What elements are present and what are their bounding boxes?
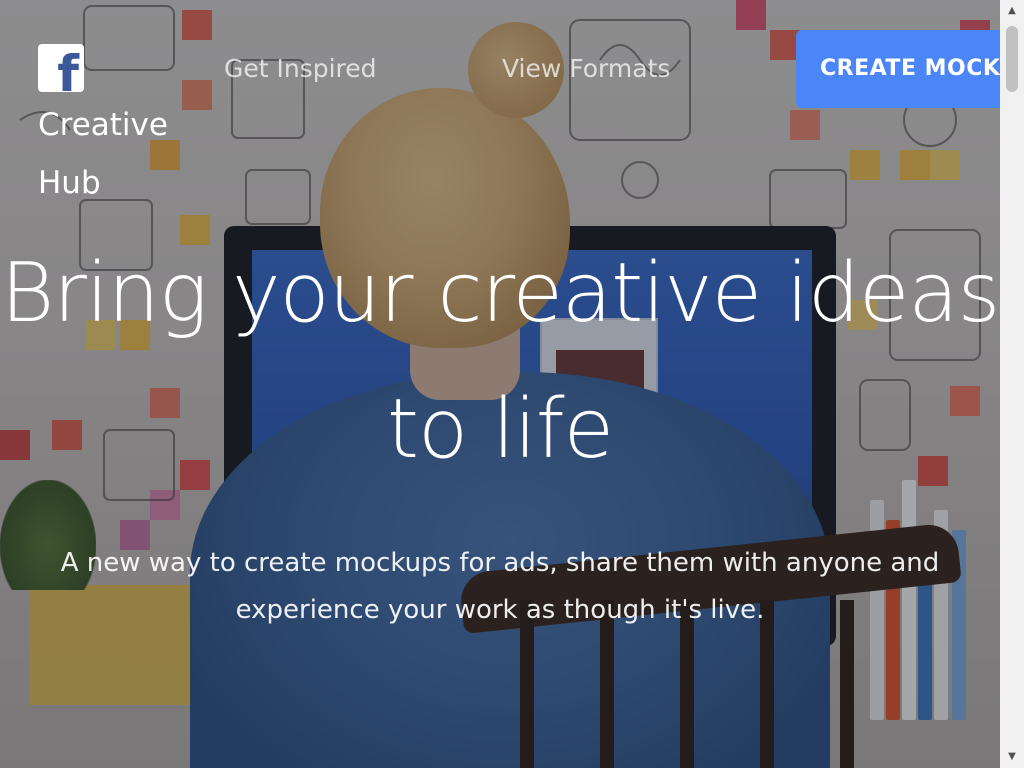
nav-get-inspired[interactable]: Get Inspired xyxy=(224,54,377,83)
vertical-scrollbar[interactable]: ▲ ▼ xyxy=(1000,0,1024,768)
hero-headline: Bring your creative ideas to life xyxy=(0,246,1001,477)
scroll-thumb[interactable] xyxy=(1006,26,1018,92)
facebook-f-icon[interactable]: f xyxy=(38,44,84,92)
scroll-up-arrow-icon[interactable]: ▲ xyxy=(1000,0,1024,22)
brand-name[interactable]: Creative Hub xyxy=(38,96,188,212)
create-mockup-label: CREATE MOCK xyxy=(820,56,1001,81)
facebook-f-glyph: f xyxy=(57,45,79,92)
nav-view-formats[interactable]: View Formats xyxy=(502,54,670,83)
scroll-down-arrow-icon[interactable]: ▼ xyxy=(1000,746,1024,768)
hero-subhead: A new way to create mockups for ads, sha… xyxy=(60,548,940,625)
create-mockup-button[interactable]: CREATE MOCK xyxy=(796,30,1008,108)
